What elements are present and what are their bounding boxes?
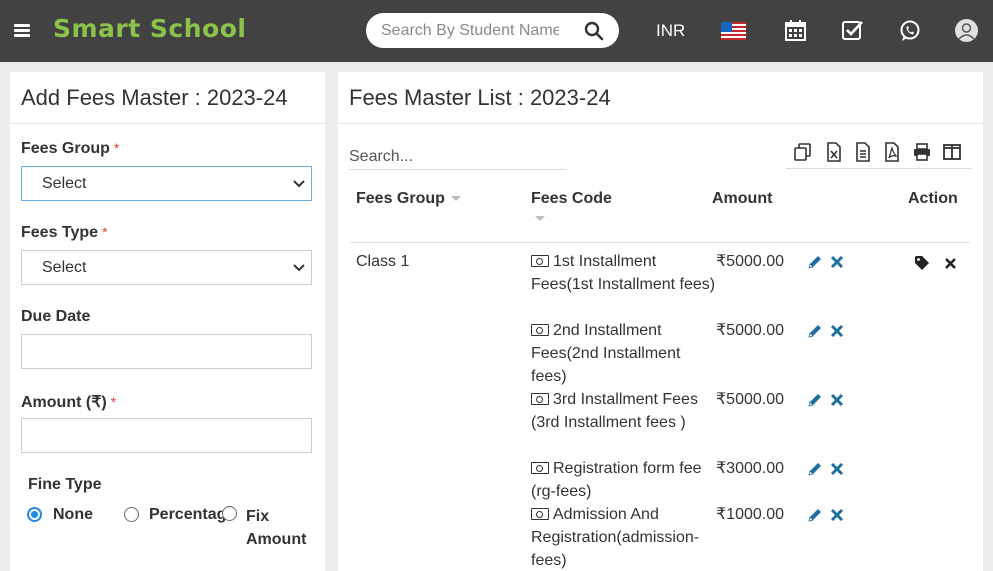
group-actions (913, 255, 963, 275)
required-marker: * (110, 394, 117, 410)
fine-type-percentage-label[interactable]: Percentage (149, 506, 225, 524)
fee-code-cell: 2nd Installment Fees(2nd Installment fee… (531, 319, 716, 388)
fee-amount: ₹1000.00 (716, 506, 785, 523)
top-navbar: Smart School INR (0, 0, 993, 62)
divider (786, 168, 972, 169)
edit-pencil-icon[interactable] (807, 461, 823, 477)
column-header-fees-code[interactable]: Fees Code (531, 190, 612, 226)
fees-group-cell: Class 1 (356, 253, 410, 270)
edit-pencil-icon[interactable] (807, 507, 823, 523)
due-date-input[interactable] (21, 334, 312, 369)
column-header-action: Action (908, 190, 958, 207)
fees-type-label-text: Fees Type (21, 224, 99, 241)
delete-x-icon[interactable] (829, 461, 845, 477)
fine-type-percentage-radio[interactable] (124, 507, 139, 522)
money-icon (531, 393, 549, 405)
fees-group-select[interactable]: Select (21, 166, 312, 201)
fees-master-list-title: Fees Master List : 2023-24 (349, 85, 611, 110)
sort-icon (450, 196, 461, 202)
column-header-fees-code-text: Fees Code (531, 190, 612, 207)
export-toolbar (793, 142, 973, 164)
fee-amount: ₹5000.00 (716, 253, 785, 270)
due-date-label: Due Date (21, 308, 91, 325)
pdf-icon[interactable] (882, 142, 902, 162)
fee-amount: ₹3000.00 (716, 460, 785, 477)
delete-group-icon[interactable] (944, 257, 957, 270)
fees-master-list-panel: Fees Master List : 2023-24 Search... Fee… (338, 72, 983, 571)
columns-icon[interactable] (942, 142, 962, 162)
chevron-down-icon (293, 180, 305, 188)
edit-pencil-icon[interactable] (807, 392, 823, 408)
fee-code-text: 3rd Installment Fees (3rd Installment fe… (531, 391, 698, 431)
fee-code-cell: Registration form fee (rg-fees) (531, 457, 716, 503)
fees-type-select[interactable]: Select (21, 250, 312, 285)
delete-x-icon[interactable] (829, 507, 845, 523)
fine-type-label: Fine Type (28, 476, 102, 493)
csv-icon[interactable] (853, 142, 873, 162)
fee-code-text: 2nd Installment Fees(2nd Installment fee… (531, 322, 681, 385)
search-icon[interactable] (584, 21, 604, 41)
fees-group-selected-value: Select (42, 175, 87, 192)
money-icon (531, 324, 549, 336)
delete-x-icon[interactable] (829, 254, 845, 270)
fine-type-fix-amount-label[interactable]: Fix Amount (246, 505, 318, 551)
money-icon (531, 255, 549, 267)
add-fees-master-title: Add Fees Master : 2023-24 (21, 85, 288, 110)
fee-amount: ₹5000.00 (716, 391, 785, 408)
whatsapp-icon[interactable] (899, 20, 921, 42)
calendar-icon[interactable] (785, 20, 806, 41)
amount-label-text: Amount (₹) (21, 394, 107, 411)
copy-icon[interactable] (793, 142, 813, 162)
fee-code-cell: 1st Installment Fees(1st Installment fee… (531, 250, 716, 296)
student-search (366, 13, 619, 48)
edit-pencil-icon[interactable] (807, 323, 823, 339)
money-icon (531, 508, 549, 520)
fee-code-text: 1st Installment Fees(1st Installment fee… (531, 253, 716, 293)
fine-type-radio-group: None Percentage Fix Amount (27, 506, 317, 556)
table-header-divider (350, 242, 970, 243)
assign-tag-icon[interactable] (914, 255, 930, 271)
divider (338, 123, 983, 124)
amount-input[interactable] (21, 418, 312, 453)
fee-amount: ₹5000.00 (716, 322, 785, 339)
tasks-check-icon[interactable] (842, 20, 864, 40)
column-header-fees-group-text: Fees Group (356, 190, 445, 207)
fee-code-cell: 3rd Installment Fees (3rd Installment fe… (531, 388, 716, 434)
currency-selector[interactable]: INR (656, 21, 685, 41)
sort-icon (535, 216, 545, 222)
fee-code-cell: Admission And Registration(admission-fee… (531, 503, 716, 571)
brand-logo[interactable]: Smart School (53, 14, 246, 43)
user-avatar-icon[interactable] (955, 19, 978, 42)
fees-type-selected-value: Select (42, 259, 87, 276)
student-search-input[interactable] (381, 21, 559, 41)
divider (10, 123, 325, 124)
add-fees-master-panel: Add Fees Master : 2023-24 Fees Group * Se… (10, 72, 325, 571)
column-header-fees-group[interactable]: Fees Group (356, 190, 461, 208)
edit-pencil-icon[interactable] (807, 254, 823, 270)
fine-type-none-radio[interactable] (27, 507, 42, 522)
print-icon[interactable] (912, 142, 932, 162)
list-search-input[interactable] (349, 144, 567, 170)
fees-group-label-text: Fees Group (21, 140, 110, 157)
fee-code-text: Registration form fee (rg-fees) (531, 460, 702, 500)
required-marker: * (102, 224, 108, 240)
fee-code-text: Admission And Registration(admission-fee… (531, 506, 700, 569)
money-icon (531, 462, 549, 474)
excel-icon[interactable] (824, 142, 844, 162)
fees-group-label: Fees Group * (21, 140, 119, 158)
fine-type-none-label[interactable]: None (53, 506, 93, 524)
column-header-amount: Amount (712, 190, 773, 207)
delete-x-icon[interactable] (829, 323, 845, 339)
amount-label: Amount (₹) * (21, 392, 116, 412)
fees-type-label: Fees Type * (21, 224, 108, 242)
menu-icon[interactable] (14, 24, 30, 37)
us-flag-icon[interactable] (721, 22, 746, 40)
required-marker: * (113, 140, 120, 156)
chevron-down-icon (293, 264, 305, 272)
delete-x-icon[interactable] (829, 392, 845, 408)
fine-type-fix-amount-radio[interactable] (222, 506, 237, 521)
